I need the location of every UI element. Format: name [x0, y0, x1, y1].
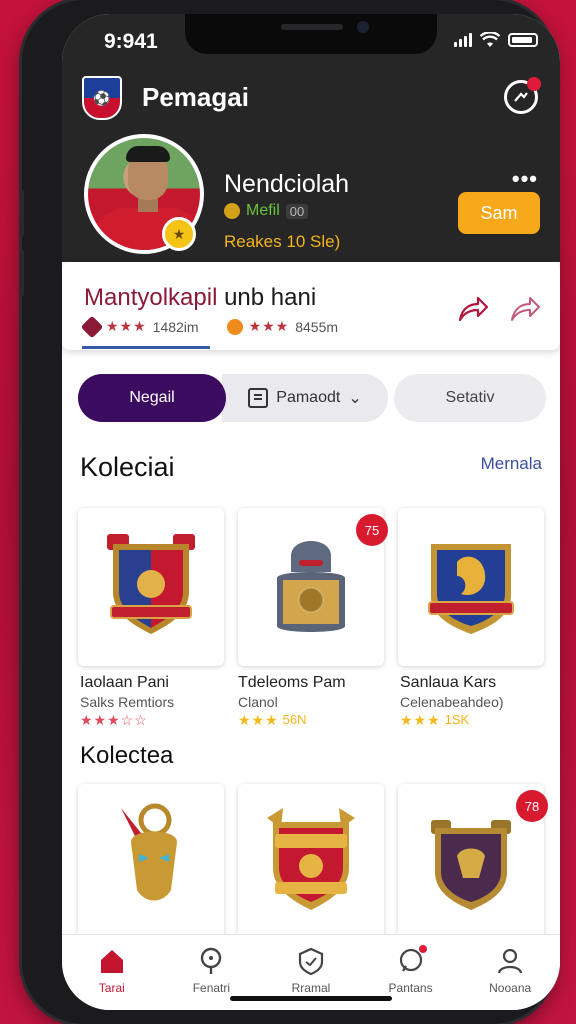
club-title: Mantyolkapil unb hani	[84, 284, 316, 312]
profile-name: Nendciolah	[224, 170, 350, 198]
screen: 9:941 ⚽ Pemagai ★ Nendciolah Mefil 00 Re…	[62, 14, 560, 1010]
club-stat-1: ★★★ 1482im	[80, 315, 199, 338]
tab-third[interactable]: Setativ	[394, 374, 546, 422]
chat-button[interactable]	[504, 77, 541, 114]
app-title: Pemagai	[142, 82, 249, 112]
golden-mask-icon	[121, 803, 177, 901]
item-rating: ★★★ 56N	[238, 712, 307, 729]
club-stat-1-value: 1482im	[152, 318, 199, 335]
notification-dot	[418, 945, 427, 953]
coin-icon	[224, 203, 240, 219]
club-title-rest: unb hani	[217, 284, 317, 311]
club-stat-2: ★★★ 8455m	[226, 318, 339, 335]
star-rating-icon: ★★★☆☆	[80, 712, 148, 728]
gem-icon	[80, 315, 104, 338]
phone-frame: 9:941 ⚽ Pemagai ★ Nendciolah Mefil 00 Re…	[19, 0, 560, 1024]
star-rating-icon: ★★★	[106, 318, 147, 334]
item-rating-value: 56N	[282, 712, 307, 727]
forward-icon[interactable]	[508, 292, 542, 326]
home-indicator	[230, 996, 392, 1001]
item-card[interactable]: 75	[238, 508, 388, 666]
wifi-icon	[480, 32, 500, 47]
item-name: Tdeleoms Pam	[238, 674, 346, 691]
shield-crest-icon	[107, 534, 195, 634]
item-description: Salks Remtiors	[80, 694, 175, 710]
item-card[interactable]	[238, 784, 384, 944]
section-title-2: Kolectea	[80, 742, 174, 769]
club-title-main: Mantyolkapil	[84, 284, 218, 311]
nav-label: Pantans	[388, 981, 433, 995]
status-icons	[454, 32, 538, 48]
star-rating-icon: ★★★	[238, 712, 279, 728]
tab-active[interactable]: Negail	[78, 374, 226, 422]
tab-middle[interactable]: Pamaodt ⌄	[222, 374, 388, 422]
star-rating-icon: ★★★	[400, 712, 441, 728]
profile-coins: Mefil 00	[224, 202, 309, 220]
battery-icon	[508, 33, 538, 47]
location-pin-icon	[201, 947, 222, 974]
user-icon	[498, 948, 523, 974]
sun-icon	[226, 318, 243, 335]
item-name: Iaolaan Pani	[80, 674, 169, 691]
badge: 75	[356, 514, 388, 546]
profile-subtitle: Reakes 10 Sle)	[224, 232, 341, 251]
item-card[interactable]	[78, 508, 224, 666]
item-rating: ★★★ 1SK	[400, 712, 469, 729]
club-underline	[82, 346, 210, 349]
camera	[357, 21, 369, 33]
nav-label: Tarai	[98, 981, 125, 995]
volume-up-button	[19, 190, 24, 236]
item-name: Sanlaua Kars	[400, 674, 497, 691]
club-card[interactable]: Mantyolkapil unb hani ★★★ 1482im ★★★ 845…	[62, 262, 560, 350]
item-card[interactable]: 78	[398, 784, 548, 944]
shield-crest-icon	[267, 808, 355, 910]
item-rating-value: 1SK	[444, 712, 470, 727]
share-icon[interactable]	[456, 292, 490, 326]
volume-down-button	[19, 250, 24, 296]
item-description: Celenabeahdeo)	[400, 694, 504, 710]
coins-value: 00	[285, 203, 309, 219]
tab-bar: Pamaodt ⌄ Negail Setativ	[78, 374, 546, 422]
coin-badge-icon: ★	[162, 217, 196, 251]
nav-label: Rramal	[291, 981, 331, 995]
item-card[interactable]	[398, 508, 544, 666]
chevron-down-icon: ⌄	[348, 390, 362, 407]
coins-text: Mefil	[246, 202, 280, 219]
crest-emblem-icon	[428, 544, 514, 634]
notch	[185, 14, 437, 54]
notification-dot	[527, 77, 541, 91]
item-card[interactable]	[78, 784, 224, 944]
club-stat-2-value: 8455m	[295, 318, 339, 335]
item-rating: ★★★☆☆	[80, 712, 148, 729]
nav-label: Fenatri	[192, 981, 231, 995]
more-options-icon[interactable]: •••	[512, 166, 538, 192]
document-icon	[248, 388, 269, 408]
chat-icon	[514, 92, 528, 102]
item-description: Clanol	[238, 694, 278, 710]
nav-item-home[interactable]: Tarai	[62, 935, 162, 1010]
home-icon	[100, 950, 123, 973]
signal-icon	[454, 33, 472, 47]
app-logo[interactable]: ⚽	[82, 76, 122, 120]
nav-item-profile[interactable]: Nooana	[460, 935, 560, 1010]
tab-middle-label: Pamaodt	[276, 389, 341, 406]
helmet-armor-icon	[277, 541, 345, 632]
status-time: 9:941	[104, 30, 158, 53]
shield-icon	[298, 947, 324, 975]
club-stats: ★★★ 1482im ★★★ 8455m	[80, 315, 339, 338]
dark-shield-icon	[431, 820, 511, 910]
section-title-1: Koleciai	[80, 452, 175, 482]
star-rating-icon: ★★★	[248, 318, 290, 334]
badge: 78	[516, 790, 548, 822]
nav-label: Nooana	[489, 981, 532, 995]
see-all-link[interactable]: Mernala	[481, 454, 542, 474]
profile-action-button[interactable]: Sam	[458, 192, 540, 234]
speaker	[281, 24, 343, 30]
